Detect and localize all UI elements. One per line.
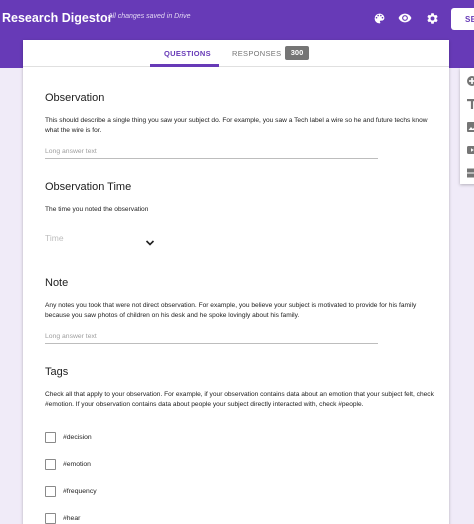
question-description[interactable]: Any notes you took that were not direct … xyxy=(45,301,435,321)
question-title[interactable]: Observation xyxy=(45,92,104,104)
question-description[interactable]: Check all that apply to your observation… xyxy=(45,390,435,410)
tab-questions[interactable]: QUESTIONS xyxy=(164,49,211,58)
palette-icon[interactable] xyxy=(371,10,387,26)
responses-count-badge: 300 xyxy=(285,46,309,60)
text-title-icon[interactable] xyxy=(467,99,474,109)
checkbox[interactable] xyxy=(45,458,56,470)
question-title[interactable]: Note xyxy=(45,277,68,289)
gear-icon[interactable] xyxy=(424,10,440,26)
add-circle-icon[interactable] xyxy=(467,76,474,86)
long-answer-field: Long answer text xyxy=(45,148,378,159)
tab-bar: QUESTIONS RESPONSES 300 xyxy=(23,40,449,67)
chevron-down-icon[interactable] xyxy=(145,234,155,246)
save-status: All changes saved in Drive xyxy=(108,13,191,20)
question-description[interactable]: This should describe a single thing you … xyxy=(45,116,435,136)
checkbox-option[interactable]: #frequency xyxy=(45,485,97,497)
form-card: QUESTIONS RESPONSES 300 Observation This… xyxy=(23,40,449,524)
side-toolbar xyxy=(460,68,474,184)
checkbox-label: #frequency xyxy=(63,487,97,495)
video-icon[interactable] xyxy=(467,145,474,155)
checkbox[interactable] xyxy=(45,512,56,524)
checkbox[interactable] xyxy=(45,485,56,497)
long-answer-field: Long answer text xyxy=(45,333,378,344)
time-field: Time xyxy=(45,233,64,243)
form-title[interactable]: Research Digestor xyxy=(2,11,112,25)
question-title[interactable]: Tags xyxy=(45,366,68,378)
tab-responses[interactable]: RESPONSES xyxy=(232,49,281,58)
active-tab-indicator xyxy=(150,64,219,67)
send-button[interactable]: SE xyxy=(451,8,474,30)
question-title[interactable]: Observation Time xyxy=(45,181,131,193)
checkbox-label: #hear xyxy=(63,514,81,522)
question-description[interactable]: The time you noted the observation xyxy=(45,205,435,215)
image-icon[interactable] xyxy=(467,122,474,132)
checkbox-label: #decision xyxy=(63,433,92,441)
checkbox-option[interactable]: #hear xyxy=(45,512,80,524)
checkbox-label: #emotion xyxy=(63,460,91,468)
checkbox[interactable] xyxy=(45,431,56,443)
checkbox-option[interactable]: #decision xyxy=(45,431,92,443)
section-icon[interactable] xyxy=(467,168,474,178)
eye-icon[interactable] xyxy=(397,10,413,26)
checkbox-option[interactable]: #emotion xyxy=(45,458,91,470)
